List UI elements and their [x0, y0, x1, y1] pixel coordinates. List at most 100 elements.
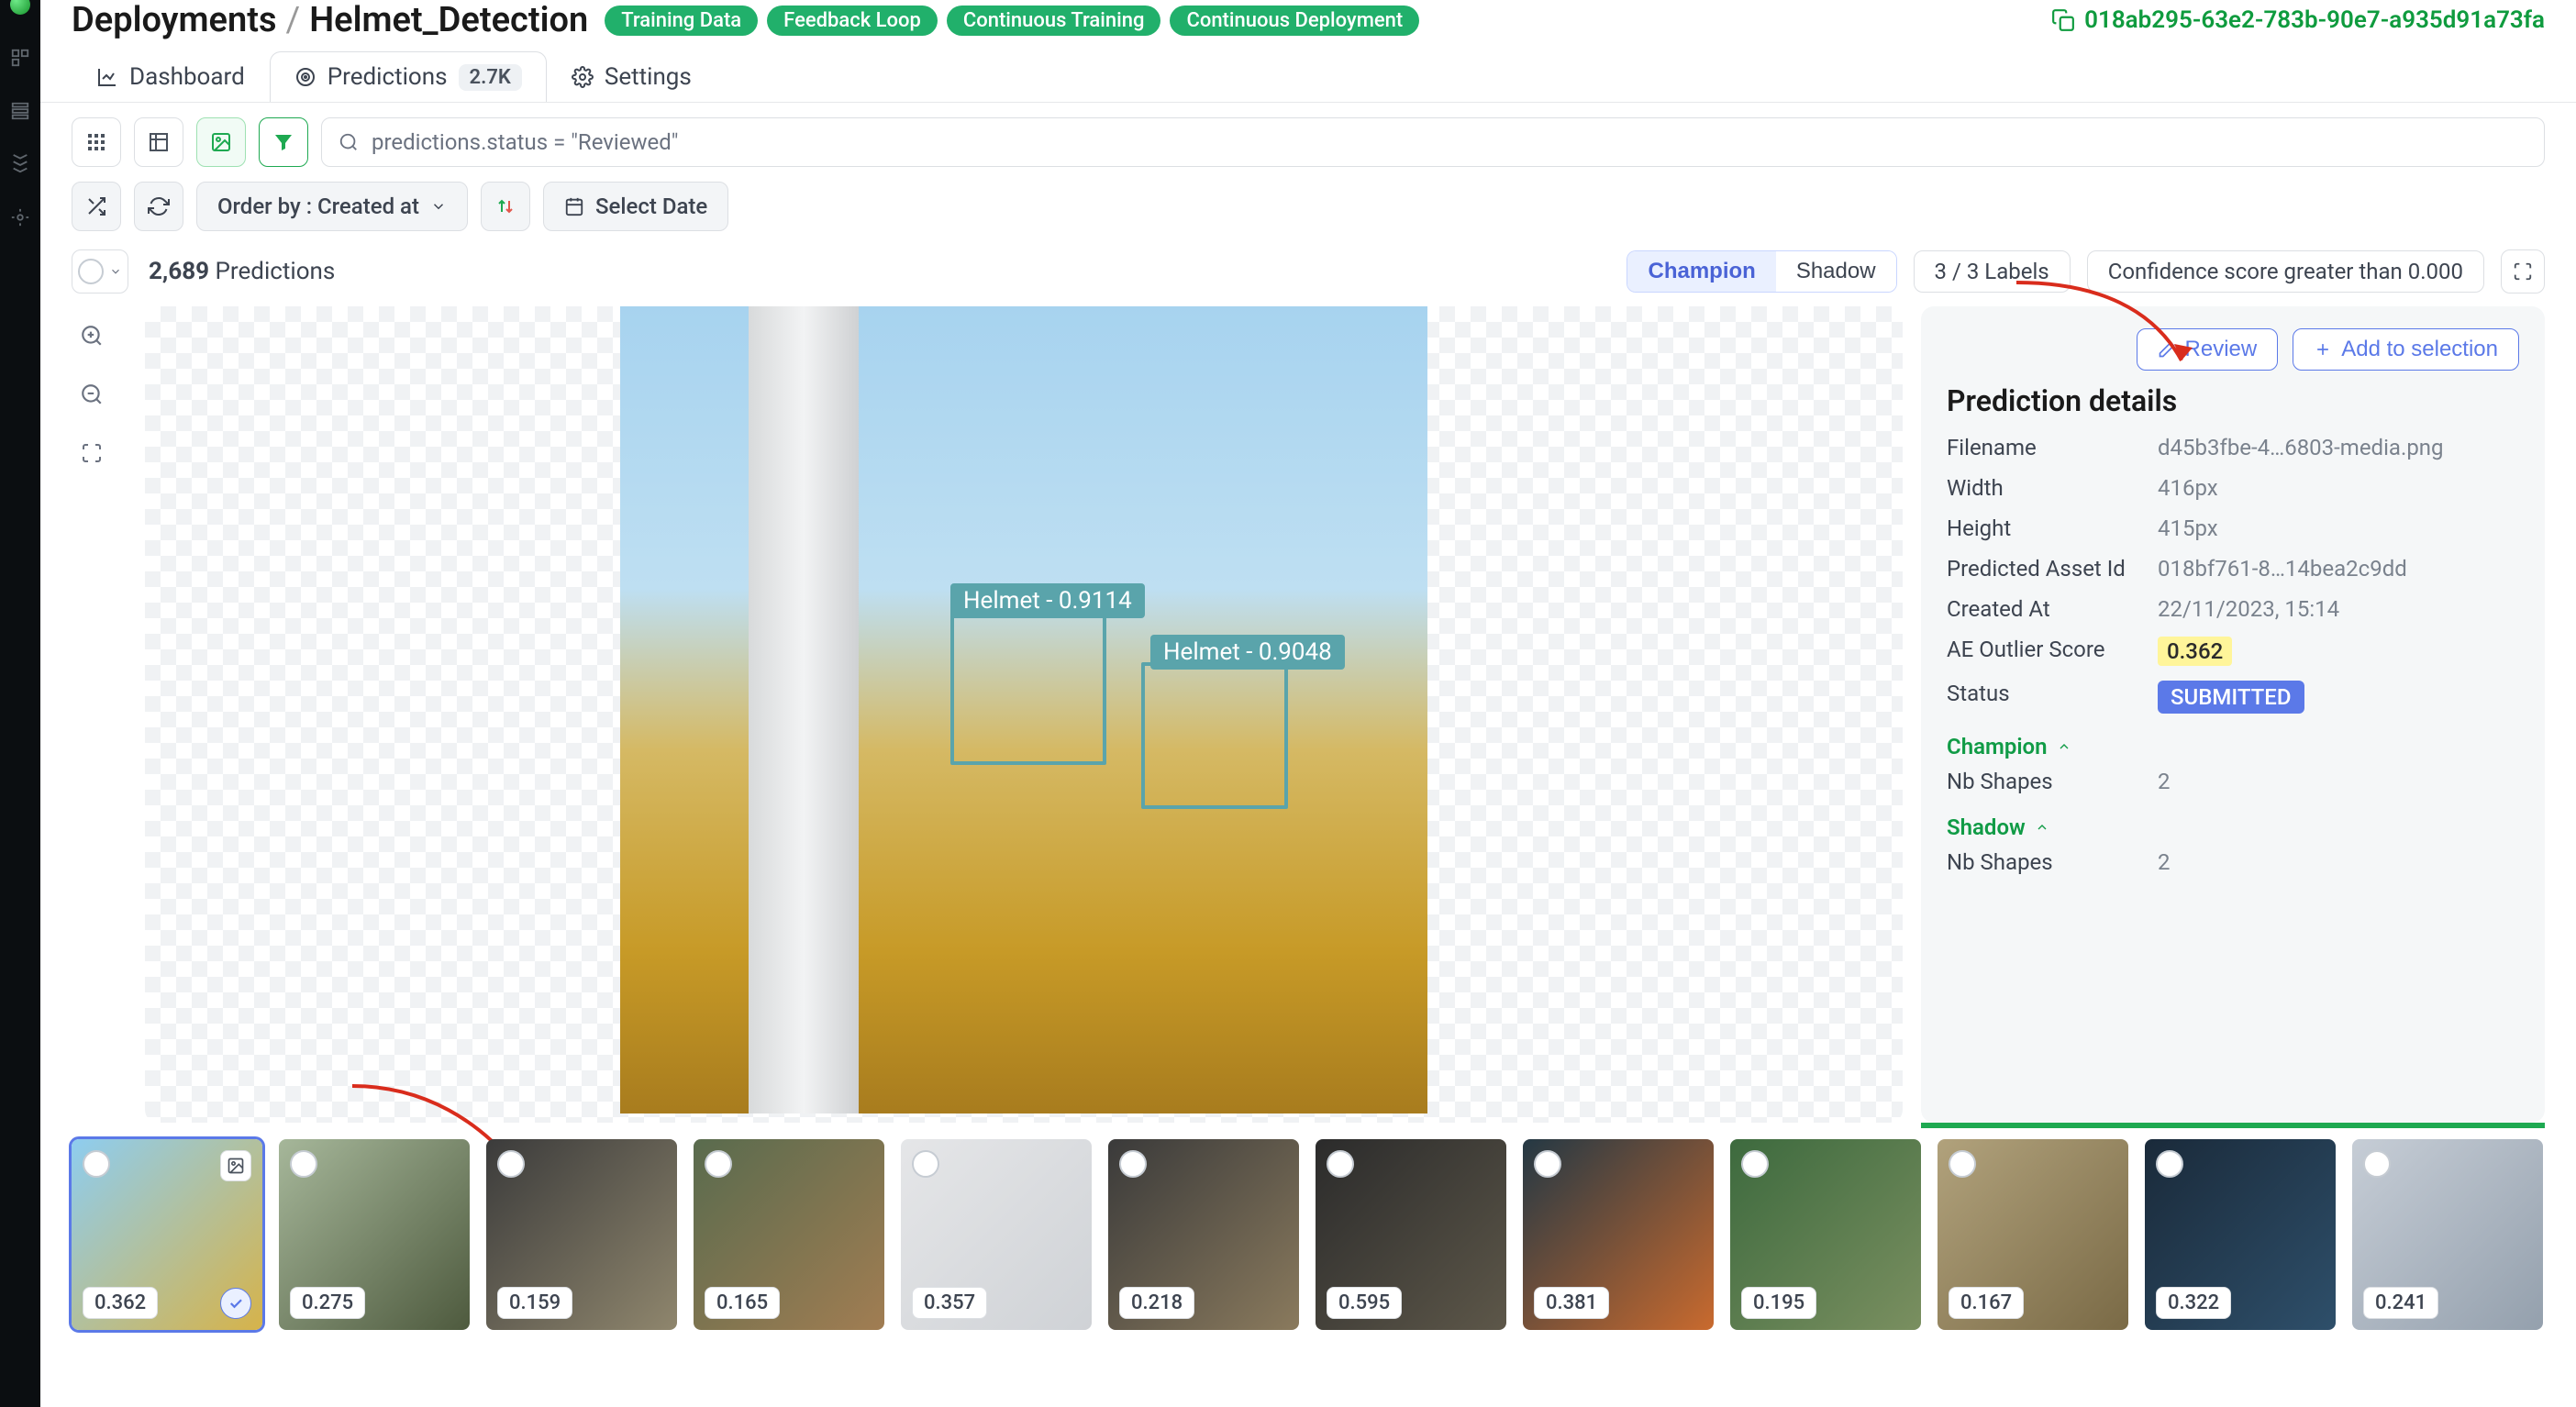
left-nav [0, 0, 40, 1407]
shuffle-button[interactable] [72, 182, 121, 231]
refresh-button[interactable] [134, 182, 183, 231]
filter-button[interactable] [259, 117, 308, 167]
thumbnail[interactable]: 0.275 [279, 1139, 470, 1330]
table-icon [148, 131, 170, 153]
thumb-select-circle[interactable] [705, 1150, 732, 1178]
thumb-score: 0.362 [83, 1287, 158, 1319]
details-title: Prediction details [1947, 383, 2519, 418]
thumb-score: 0.167 [1949, 1287, 2024, 1319]
search-input[interactable]: predictions.status = "Reviewed" [321, 117, 2545, 167]
thumbnail[interactable]: 0.595 [1316, 1139, 1506, 1330]
thumb-select-circle[interactable] [1534, 1150, 1561, 1178]
thumb-score: 0.218 [1119, 1287, 1194, 1319]
model-segment: Champion Shadow [1627, 250, 1896, 293]
review-button[interactable]: Review [2137, 328, 2279, 371]
thumb-select-circle[interactable] [1949, 1150, 1976, 1178]
thumb-select-circle[interactable] [497, 1150, 525, 1178]
thumb-score: 0.595 [1327, 1287, 1402, 1319]
thumbnail[interactable]: 0.357 [901, 1139, 1092, 1330]
segment-champion[interactable]: Champion [1627, 251, 1775, 292]
thumbnail-strip[interactable]: 0.362 0.2750.1590.1650.357 0.218 0.595 0.381… [40, 1123, 2576, 1330]
select-date-button[interactable]: Select Date [543, 182, 728, 231]
sort-direction-button[interactable] [481, 182, 530, 231]
bbox-helmet-1[interactable] [950, 609, 1106, 765]
thumbnail[interactable]: 0.195 [1730, 1139, 1921, 1330]
zoom-in-button[interactable] [72, 316, 112, 356]
segment-shadow[interactable]: Shadow [1776, 251, 1896, 292]
copy-icon [2051, 8, 2075, 32]
thumb-select-circle[interactable] [290, 1150, 317, 1178]
filename-label: Filename [1947, 435, 2158, 460]
thumb-select-circle[interactable] [1119, 1150, 1147, 1178]
nav-item-1[interactable] [10, 48, 30, 68]
image-viewer[interactable]: Helmet - 0.9114 Helmet - 0.9048 [145, 306, 1903, 1123]
filter-icon [272, 131, 294, 153]
thumb-select-circle[interactable] [83, 1150, 110, 1178]
orderby-select[interactable]: Order by : Created at [196, 182, 468, 231]
labels-chip[interactable]: 3 / 3 Labels [1914, 250, 2071, 293]
breadcrumb: Deployments / Helmet_Detection [72, 0, 588, 40]
panel-accent [1921, 1123, 2545, 1128]
tab-settings[interactable]: Settings [547, 51, 716, 102]
thumbnail[interactable]: 0.218 [1108, 1139, 1299, 1330]
champion-nbshapes-value: 2 [2158, 769, 2519, 794]
chevron-up-icon [2057, 739, 2071, 754]
bbox-label-1: Helmet - 0.9114 [950, 583, 1145, 618]
thumb-select-circle[interactable] [1327, 1150, 1354, 1178]
thumb-score: 0.241 [2363, 1287, 2438, 1319]
confidence-chip[interactable]: Confidence score greater than 0.000 [2087, 250, 2484, 293]
predictions-count-badge: 2.7K [459, 64, 522, 91]
view-grid-button[interactable] [72, 117, 121, 167]
shadow-section-toggle[interactable]: Shadow [1947, 814, 2519, 840]
breadcrumb-root[interactable]: Deployments [72, 0, 277, 40]
select-all-checkbox[interactable] [72, 249, 128, 294]
width-label: Width [1947, 475, 2158, 501]
target-icon [294, 66, 316, 88]
thumbnail[interactable]: 0.362 [72, 1139, 262, 1330]
brand-icon [10, 0, 30, 15]
plus-icon [2314, 340, 2332, 359]
thumbnail[interactable]: 0.241 [2352, 1139, 2543, 1330]
thumbnail[interactable]: 0.381 [1523, 1139, 1714, 1330]
tag-continuous-deployment[interactable]: Continuous Deployment [1170, 6, 1419, 36]
tab-predictions[interactable]: Predictions 2.7K [270, 51, 547, 102]
shuffle-icon [85, 195, 107, 217]
shadow-nbshapes-label: Nb Shapes [1947, 849, 2158, 875]
view-image-button[interactable] [196, 117, 246, 167]
add-to-selection-button[interactable]: Add to selection [2293, 328, 2519, 371]
thumb-score: 0.322 [2156, 1287, 2231, 1319]
thumb-select-circle[interactable] [2363, 1150, 2391, 1178]
thumbnail[interactable]: 0.322 [2145, 1139, 2336, 1330]
thumb-select-circle[interactable] [1741, 1150, 1769, 1178]
nav-item-4[interactable] [10, 207, 30, 227]
tabs: Dashboard Predictions 2.7K Settings [40, 46, 2576, 103]
image-icon [220, 1150, 251, 1181]
status-value: SUBMITTED [2158, 681, 2304, 714]
height-label: Height [1947, 515, 2158, 541]
grid-icon [85, 131, 107, 153]
tab-dashboard[interactable]: Dashboard [72, 51, 270, 102]
fullscreen-button[interactable] [2501, 249, 2545, 294]
refresh-icon [148, 195, 170, 217]
status-label: Status [1947, 681, 2158, 714]
champion-section-toggle[interactable]: Champion [1947, 734, 2519, 759]
circle-icon [78, 259, 104, 284]
view-table-button[interactable] [134, 117, 183, 167]
deployment-uuid[interactable]: 018ab295-63e2-783b-90e7-a935d91a73fa [2051, 6, 2545, 34]
thumb-select-circle[interactable] [912, 1150, 939, 1178]
nav-item-3[interactable] [10, 154, 30, 174]
breadcrumb-name[interactable]: Helmet_Detection [309, 0, 588, 40]
nav-item-2[interactable] [10, 101, 30, 121]
thumb-select-circle[interactable] [2156, 1150, 2183, 1178]
tag-training-data[interactable]: Training Data [605, 6, 758, 36]
tag-feedback-loop[interactable]: Feedback Loop [767, 6, 938, 36]
bbox-helmet-2[interactable] [1141, 662, 1288, 809]
thumbnail[interactable]: 0.167 [1938, 1139, 2128, 1330]
image-icon [210, 131, 232, 153]
zoom-out-button[interactable] [72, 374, 112, 415]
thumbnail[interactable]: 0.165 [694, 1139, 884, 1330]
thumbnail[interactable]: 0.159 [486, 1139, 677, 1330]
fit-screen-button[interactable] [72, 433, 112, 473]
tag-continuous-training[interactable]: Continuous Training [947, 6, 1161, 36]
search-icon [339, 132, 359, 152]
